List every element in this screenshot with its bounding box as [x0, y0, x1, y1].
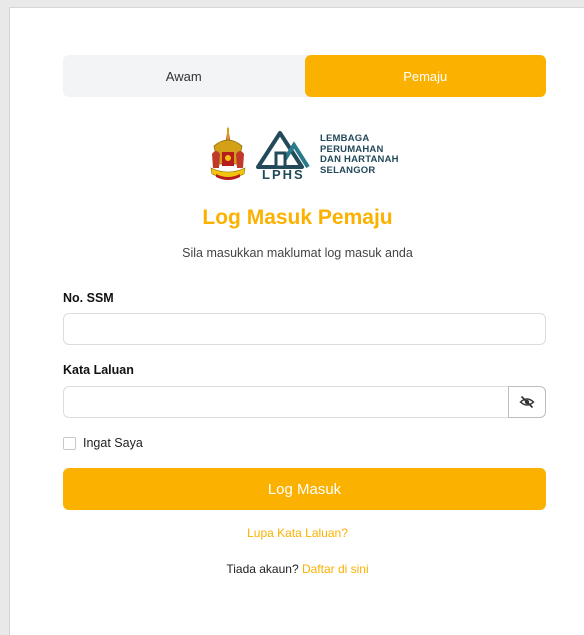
tab-pemaju[interactable]: Pemaju [304, 55, 546, 97]
selangor-crest-logo [210, 126, 246, 180]
remember-me: Ingat Saya [63, 436, 143, 450]
forgot-password-link[interactable]: Lupa Kata Laluan? [10, 526, 584, 540]
remember-me-checkbox[interactable] [63, 436, 76, 450]
logo-group: LPHS LEMBAGA PERUMAHAN DAN HARTANAH SELA… [208, 120, 399, 190]
tab-awam[interactable]: Awam [63, 55, 305, 97]
lphs-logo: LPHS [254, 129, 312, 182]
login-type-tabs: Awam Pemaju [63, 55, 546, 97]
password-input[interactable] [63, 386, 508, 418]
org-name-line: SELANGOR [320, 164, 376, 176]
eye-slash-icon [519, 395, 535, 409]
signup-row: Tiada akaun? Daftar di sini [10, 562, 584, 576]
org-name-line: DAN HARTANAH [320, 154, 399, 165]
page-title: Log Masuk Pemaju [202, 206, 393, 229]
ssm-input[interactable] [63, 313, 546, 345]
login-button[interactable]: Log Masuk [63, 468, 546, 510]
ssm-label: No. SSM [63, 291, 114, 305]
login-card: Awam Pemaju LPHS LEMBAGA PERUMAHAN DAN H… [9, 7, 584, 635]
no-account-text: Tiada akaun? [226, 562, 302, 576]
toggle-password-visibility-button[interactable] [508, 386, 546, 418]
org-name: LEMBAGA PERUMAHAN DAN HARTANAH SELANGOR [320, 133, 399, 176]
remember-me-label: Ingat Saya [83, 436, 143, 450]
org-name-line: LEMBAGA [320, 133, 370, 144]
password-field-group [63, 386, 546, 418]
page-subtitle: Sila masukkan maklumat log masuk anda [182, 246, 413, 260]
lphs-mark-text: LPHS [262, 167, 305, 182]
password-label: Kata Laluan [63, 363, 134, 377]
signup-link[interactable]: Daftar di sini [302, 562, 369, 576]
